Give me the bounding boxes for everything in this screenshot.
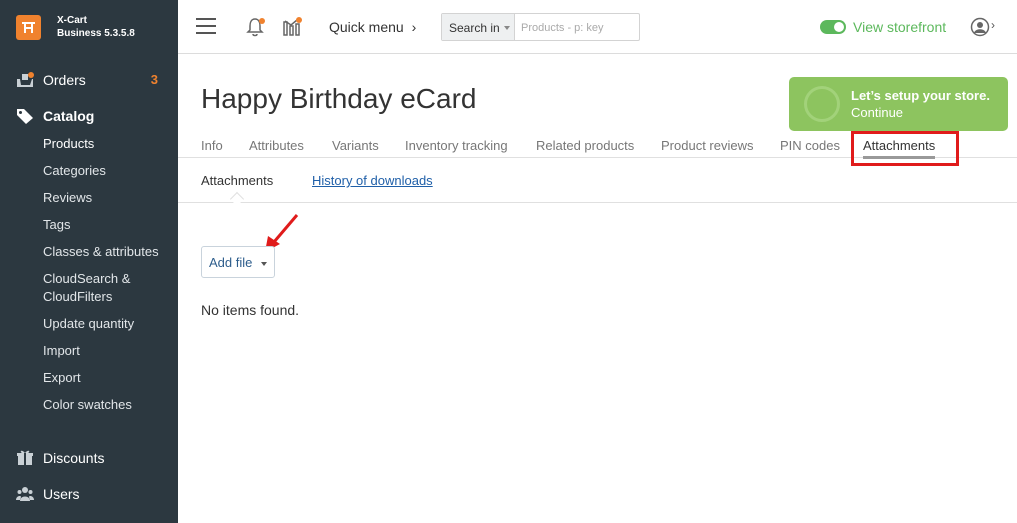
quick-menu-label: Quick menu [329, 19, 404, 35]
sidebar-subitem-classes-attributes[interactable]: Classes & attributes [43, 243, 159, 261]
sidebar-item-orders-label: Orders [43, 72, 86, 88]
view-storefront-label: View storefront [853, 19, 947, 35]
tab-attributes[interactable]: Attributes [249, 138, 304, 153]
attachment-subtabs: Attachments History of downloads [178, 158, 1017, 207]
sidebar-item-discounts[interactable]: Discounts [0, 447, 178, 471]
sidebar-subitem-import[interactable]: Import [43, 342, 80, 360]
sidebar-subitem-tags[interactable]: Tags [43, 216, 70, 234]
toggle-knob [834, 22, 844, 32]
sidebar-item-users[interactable]: Users [0, 483, 178, 507]
chevron-down-icon [504, 26, 510, 30]
xcart-logo-icon[interactable] [16, 15, 41, 40]
setup-store-title: Let’s setup your store. [851, 88, 990, 103]
users-icon [16, 485, 34, 503]
sidebar-item-orders[interactable]: Orders 3 [0, 69, 178, 93]
add-file-button[interactable]: Add file [201, 246, 275, 278]
hamburger-menu-icon[interactable] [196, 18, 216, 34]
progress-ring-icon [804, 86, 840, 122]
sidebar-item-users-label: Users [43, 486, 80, 502]
sidebar-item-discounts-label: Discounts [43, 450, 105, 466]
active-subtab-pointer [229, 191, 245, 207]
gift-icon [16, 449, 34, 467]
tab-variants[interactable]: Variants [332, 138, 379, 153]
sidebar-subitem-categories[interactable]: Categories [43, 162, 106, 180]
sidebar-subitem-export[interactable]: Export [43, 369, 81, 387]
search-scope-select[interactable]: Search in [442, 14, 515, 40]
brand-name-line2: Business 5.3.5.8 [57, 28, 135, 39]
sidebar: X-Cart Business 5.3.5.8 Orders 3 Catalog… [0, 0, 178, 523]
sidebar-subitem-reviews[interactable]: Reviews [43, 189, 92, 207]
brand[interactable]: X-Cart Business 5.3.5.8 [0, 0, 178, 54]
notifications-bell-icon[interactable] [246, 16, 266, 43]
marketplace-chart-icon[interactable] [282, 16, 304, 43]
orders-count-badge: 3 [150, 72, 158, 87]
tag-icon [16, 107, 34, 125]
chevron-down-icon [261, 262, 267, 266]
add-file-label: Add file [209, 255, 253, 270]
sidebar-subitem-cloudsearch[interactable]: CloudSearch & [43, 270, 130, 288]
setup-continue-link[interactable]: Continue [851, 105, 903, 120]
orders-icon [16, 71, 34, 89]
chevron-right-icon[interactable]: › [991, 18, 995, 32]
sidebar-subitem-update-quantity[interactable]: Update quantity [43, 315, 134, 333]
tab-product-reviews[interactable]: Product reviews [661, 138, 753, 153]
topbar: Quick menu › Search in View storefront › [178, 0, 1017, 54]
sidebar-subitem-cloudfilters[interactable]: CloudFilters [43, 288, 112, 306]
sidebar-item-catalog[interactable]: Catalog [0, 105, 178, 129]
page-title: Happy Birthday eCard [201, 83, 477, 114]
tab-related-products[interactable]: Related products [536, 138, 634, 153]
tab-info[interactable]: Info [201, 138, 223, 153]
subtab-history-of-downloads[interactable]: History of downloads [312, 173, 433, 188]
sidebar-subitem-products[interactable]: Products [43, 135, 94, 153]
chevron-right-icon: › [411, 19, 417, 35]
search-box: Search in [441, 13, 640, 41]
subtab-attachments[interactable]: Attachments [201, 173, 273, 188]
brand-name: X-Cart Business 5.3.5.8 [57, 14, 135, 40]
quick-menu-button[interactable]: Quick menu › [329, 19, 416, 35]
user-account-icon[interactable] [970, 17, 990, 42]
storefront-switch[interactable] [820, 20, 846, 34]
setup-store-banner[interactable]: Let’s setup your store. Continue [789, 77, 1008, 131]
brand-name-line1: X-Cart [57, 15, 88, 26]
tab-inventory-tracking[interactable]: Inventory tracking [405, 138, 508, 153]
tab-pin-codes[interactable]: PIN codes [780, 138, 840, 153]
empty-state-text: No items found. [201, 302, 300, 318]
search-scope-label: Search in [449, 21, 500, 35]
sidebar-item-catalog-label: Catalog [43, 108, 95, 124]
search-input[interactable] [521, 20, 636, 36]
sidebar-subitem-color-swatches[interactable]: Color swatches [43, 396, 132, 414]
